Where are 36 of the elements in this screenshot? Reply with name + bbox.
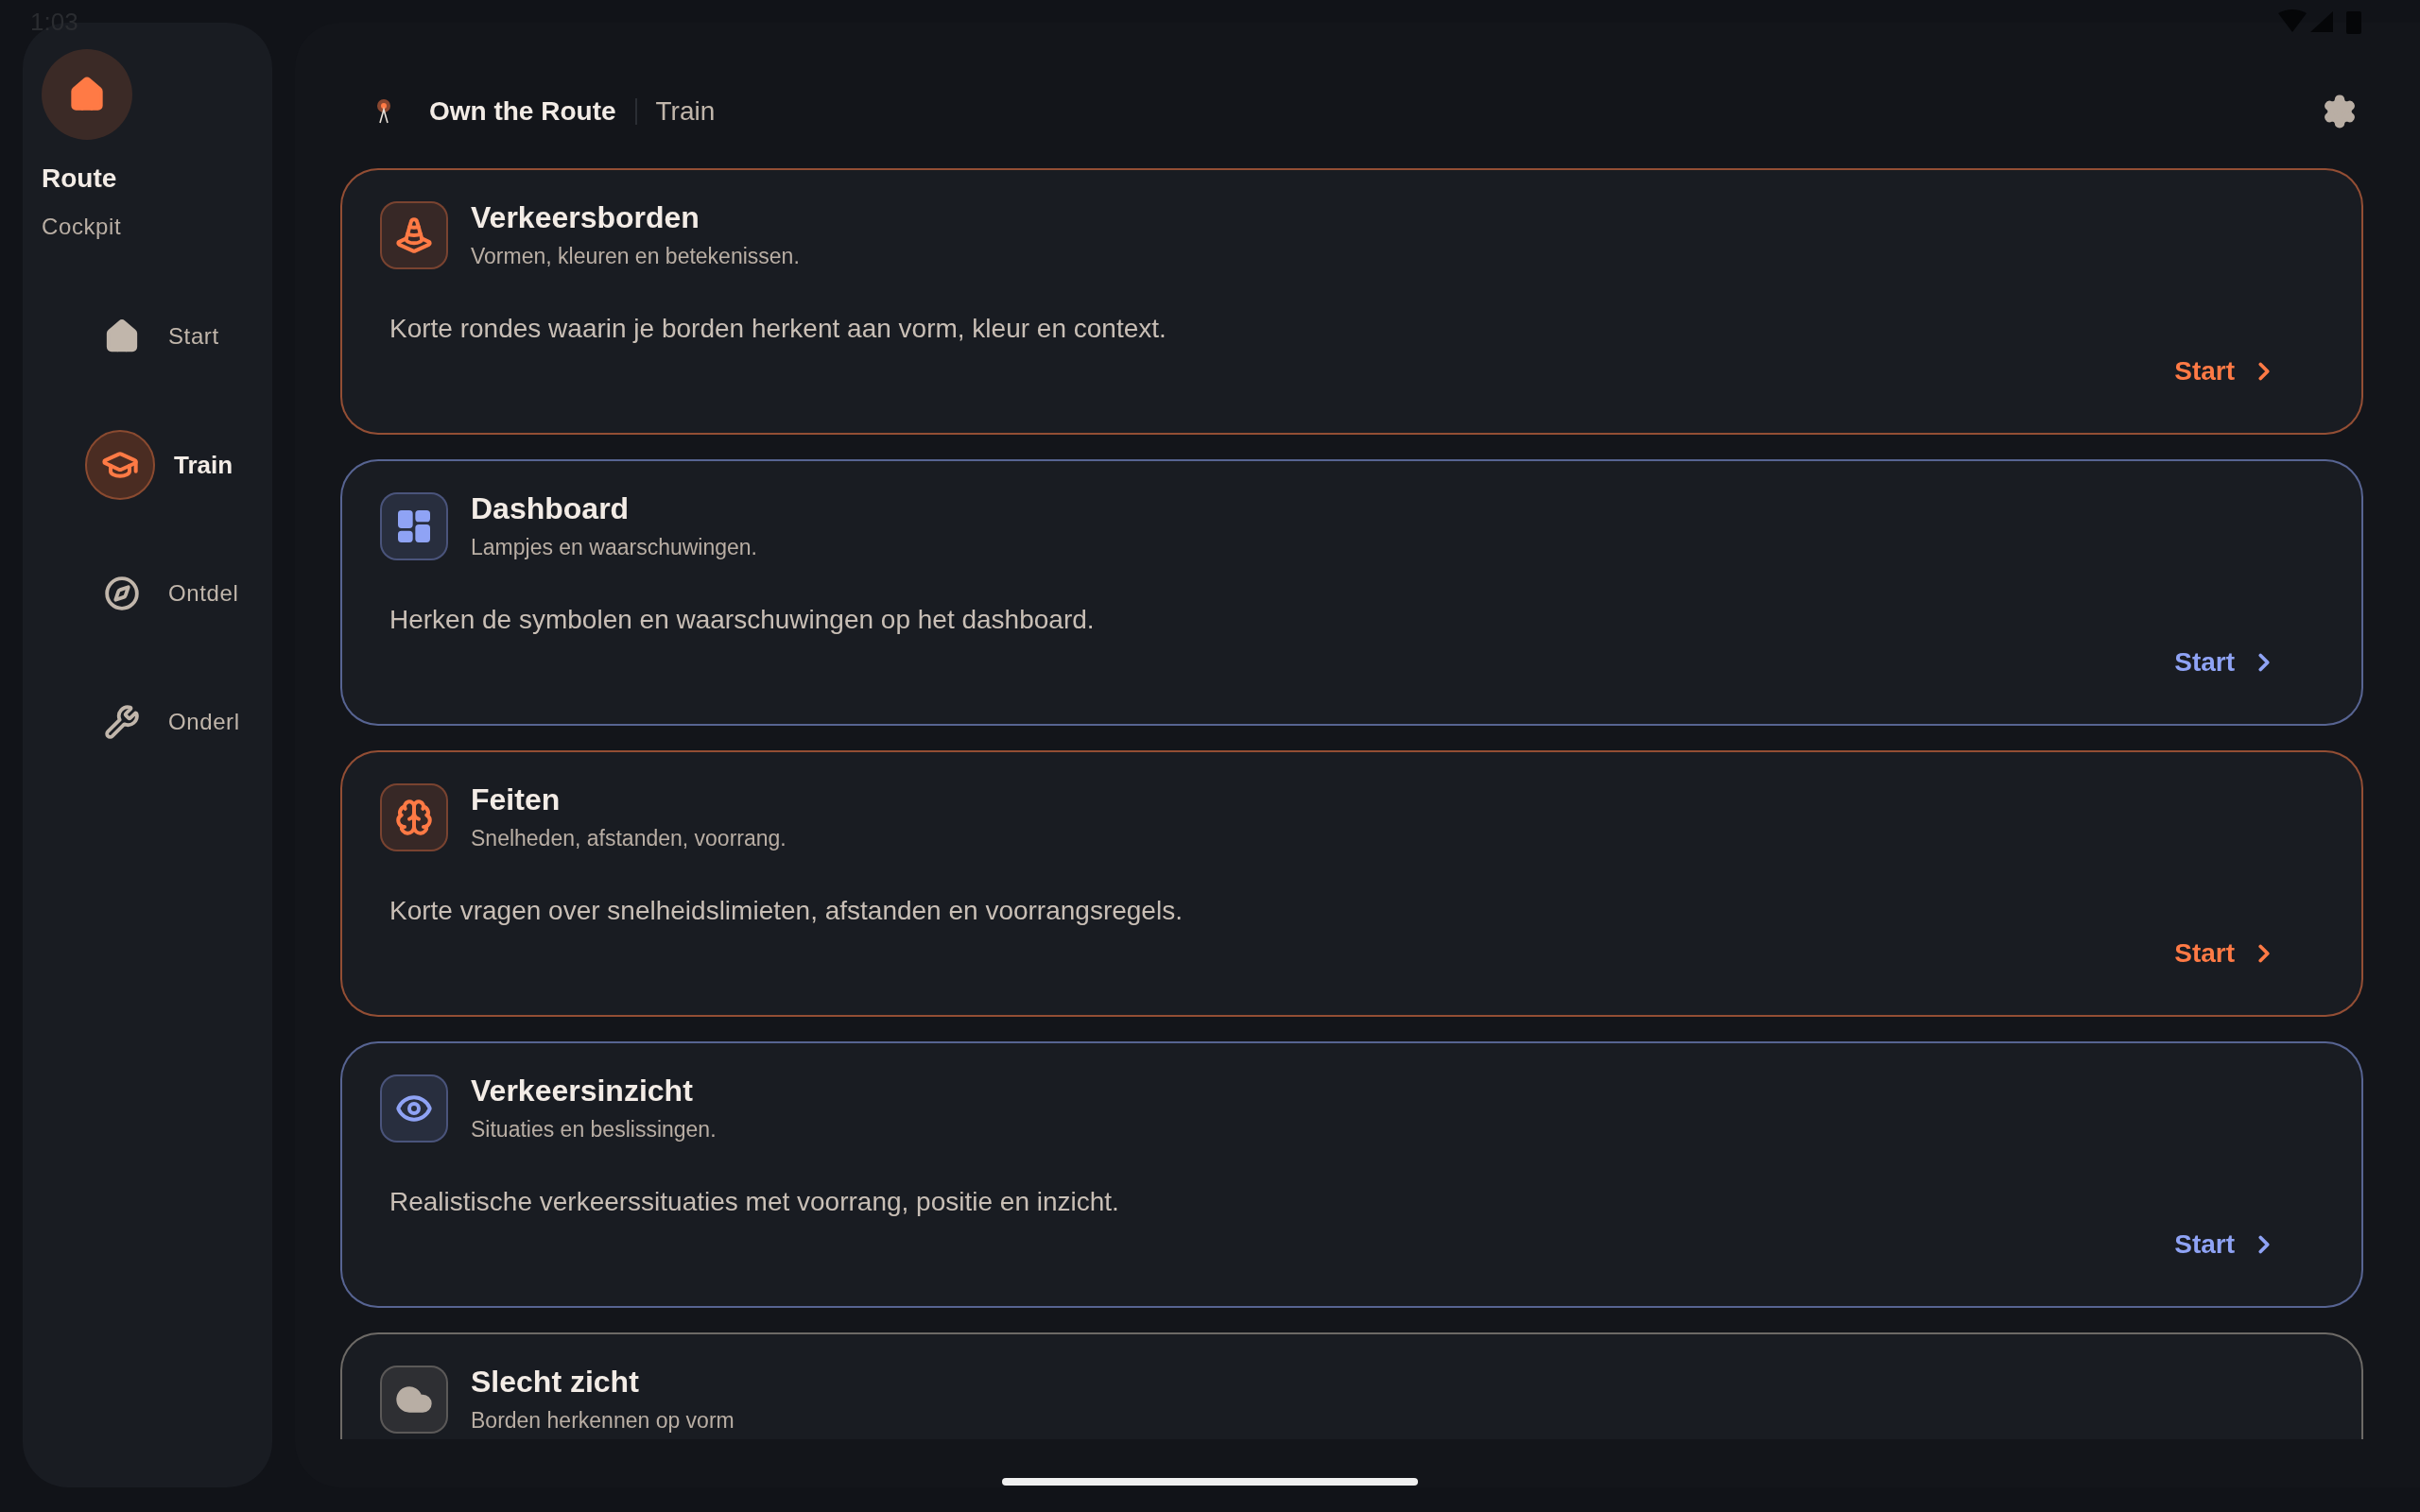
settings-icon	[2322, 94, 2358, 129]
card-description: Korte rondes waarin je borden herkent aan vorm, kleur en context.	[389, 312, 1167, 345]
nav-item[interactable]: Onderl	[42, 686, 253, 758]
nav-item[interactable]: Ontdel	[42, 558, 253, 629]
home-icon	[68, 76, 106, 113]
card-title: Verkeersinzicht	[471, 1073, 694, 1109]
training-card[interactable]: Verkeersborden Vormen, kleuren en betekenissen. Korte rondes waarin je borden herkent aan vorm, kleur en context. Start	[340, 168, 2363, 435]
rail-subtitle: Cockpit	[42, 213, 123, 241]
training-card[interactable]: Feiten Snelheden, afstanden, voorrang. Korte vragen over snelheidslimieten, afstanden en voorrangsregels. Start	[340, 750, 2363, 1017]
app-name: Own the Route	[429, 95, 616, 128]
training-card[interactable]: Dashboard Lampjes en waarschuwingen. Herken de symbolen en waarschuwingen op het dashboard. Start	[340, 459, 2363, 726]
card-description: Korte vragen over snelheidslimieten, afstanden en voorrangsregels.	[389, 894, 1184, 927]
start-button[interactable]: Start	[2174, 1225, 2278, 1264]
card-subtitle: Situaties en beslissingen.	[471, 1116, 717, 1143]
nav-item[interactable]: Train	[42, 429, 253, 501]
rail-title: Route	[42, 163, 118, 195]
card-title: Slecht zicht	[471, 1364, 640, 1400]
card-subtitle: Snelheden, afstanden, voorrang.	[471, 825, 786, 852]
section-title: Train	[655, 95, 716, 128]
dashboard-grid-icon	[380, 492, 448, 561]
card-subtitle: Vormen, kleuren en betekenissen.	[471, 243, 800, 270]
training-card[interactable]: Slecht zicht Borden herkennen op vorm	[340, 1332, 2363, 1439]
start-button[interactable]: Start	[2174, 643, 2278, 682]
start-button[interactable]: Start	[2174, 934, 2278, 973]
card-subtitle: Borden herkennen op vorm	[471, 1407, 735, 1435]
training-card[interactable]: Verkeersinzicht Situaties en beslissingen. Realistische verkeerssituaties met voorrang, positie en inzicht. Start	[340, 1041, 2363, 1308]
card-title: Dashboard	[471, 490, 631, 527]
nav-item[interactable]: Start	[42, 301, 253, 372]
card-description: Herken de symbolen en waarschuwingen op het dashboard.	[389, 603, 1096, 636]
card-title: Verkeersborden	[471, 199, 700, 236]
cloud-icon	[380, 1366, 448, 1435]
card-description: Realistische verkeerssituaties met voorrang, positie en inzicht.	[389, 1185, 1120, 1218]
card-title: Feiten	[471, 782, 562, 818]
eye-icon	[380, 1074, 448, 1143]
start-button[interactable]: Start	[2174, 352, 2278, 391]
card-subtitle: Lampjes en waarschuwingen.	[471, 534, 757, 561]
